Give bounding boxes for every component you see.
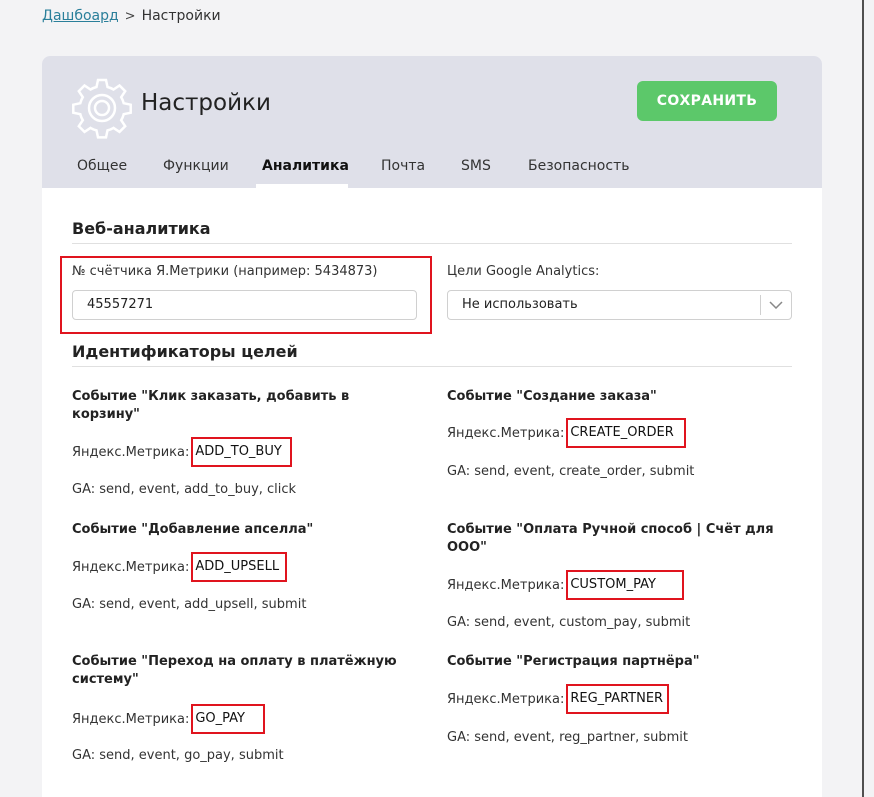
event-ga-go-pay: GA: send, event, go_pay, submit: [72, 748, 284, 763]
event-ym-custom-pay: Яндекс.Метрика: CUSTOM_PAY: [447, 570, 684, 600]
tab-analytics[interactable]: Аналитика: [262, 158, 349, 174]
section-title-goal-ids: Идентификаторы целей: [72, 342, 298, 361]
ga-goals-select-value: Не использовать: [462, 297, 578, 312]
chevron-right-icon: >: [124, 8, 136, 24]
event-title-reg-partner: Событие "Регистрация партнёра": [447, 654, 700, 669]
breadcrumb: Дашбоард > Настройки: [42, 8, 221, 24]
ym-counter-label: № счётчика Я.Метрики (например: 5434873): [72, 264, 378, 279]
active-tab-indicator: [256, 184, 348, 188]
ym-prefix: Яндекс.Метрика:: [72, 711, 190, 727]
ym-prefix: Яндекс.Метрика:: [447, 577, 565, 593]
chevron-down-icon: [760, 295, 791, 315]
ym-goal-code: CREATE_ORDER: [566, 418, 686, 448]
ym-counter-input[interactable]: 45557271: [72, 290, 417, 320]
window-edge-line: [862, 0, 864, 797]
tab-functions[interactable]: Функции: [163, 158, 229, 174]
ym-goal-code: ADD_UPSELL: [191, 552, 288, 582]
event-title-add-to-buy: Событие "Клик заказать, добавить в корзи…: [72, 389, 350, 422]
ym-prefix: Яндекс.Метрика:: [72, 444, 190, 460]
tab-general[interactable]: Общее: [77, 158, 127, 174]
ym-prefix: Яндекс.Метрика:: [72, 559, 190, 575]
event-title-add-upsell: Событие "Добавление апселла": [72, 522, 314, 537]
settings-panel: Настройки СОХРАНИТЬ Общее Функции Аналит…: [42, 56, 822, 797]
tab-sms[interactable]: SMS: [461, 158, 491, 174]
event-title-go-pay: Событие "Переход на оплату в платёжную с…: [72, 654, 397, 687]
event-ym-create-order: Яндекс.Метрика: CREATE_ORDER: [447, 418, 686, 448]
ym-goal-code: GO_PAY: [191, 704, 265, 734]
gear-icon: [72, 78, 132, 139]
section-title-web-analytics: Веб-аналитика: [72, 219, 211, 238]
event-ym-add-to-buy: Яндекс.Метрика: ADD_TO_BUY: [72, 437, 292, 467]
event-ga-custom-pay: GA: send, event, custom_pay, submit: [447, 615, 691, 630]
ym-goal-code: CUSTOM_PAY: [566, 570, 684, 600]
breadcrumb-home-link[interactable]: Дашбоард: [42, 8, 119, 24]
ga-goals-select[interactable]: Не использовать: [447, 290, 792, 320]
ym-goal-code: ADD_TO_BUY: [191, 437, 292, 467]
event-ym-go-pay: Яндекс.Метрика: GO_PAY: [72, 704, 265, 734]
event-ga-create-order: GA: send, event, create_order, submit: [447, 464, 695, 479]
breadcrumb-current: Настройки: [141, 8, 221, 24]
divider: [72, 243, 792, 244]
save-button[interactable]: СОХРАНИТЬ: [637, 81, 777, 121]
tab-mail[interactable]: Почта: [381, 158, 425, 174]
event-title-create-order: Событие "Создание заказа": [447, 389, 657, 404]
event-ga-add-upsell: GA: send, event, add_upsell, submit: [72, 597, 307, 612]
event-ym-add-upsell: Яндекс.Метрика: ADD_UPSELL: [72, 552, 288, 582]
event-title-custom-pay: Событие "Оплата Ручной способ | Счёт для…: [447, 522, 774, 555]
event-ga-reg-partner: GA: send, event, reg_partner, submit: [447, 730, 689, 745]
event-ga-add-to-buy: GA: send, event, add_to_buy, click: [72, 482, 297, 497]
ym-prefix: Яндекс.Метрика:: [447, 425, 565, 441]
settings-header: Настройки СОХРАНИТЬ Общее Функции Аналит…: [42, 56, 822, 188]
tab-security[interactable]: Безопасность: [528, 158, 629, 174]
divider: [72, 366, 792, 367]
page-title: Настройки: [141, 90, 271, 116]
ym-goal-code: REG_PARTNER: [566, 684, 670, 714]
ym-prefix: Яндекс.Метрика:: [447, 691, 565, 707]
event-ym-reg-partner: Яндекс.Метрика: REG_PARTNER: [447, 684, 670, 714]
ga-goals-label: Цели Google Analytics:: [447, 264, 600, 279]
